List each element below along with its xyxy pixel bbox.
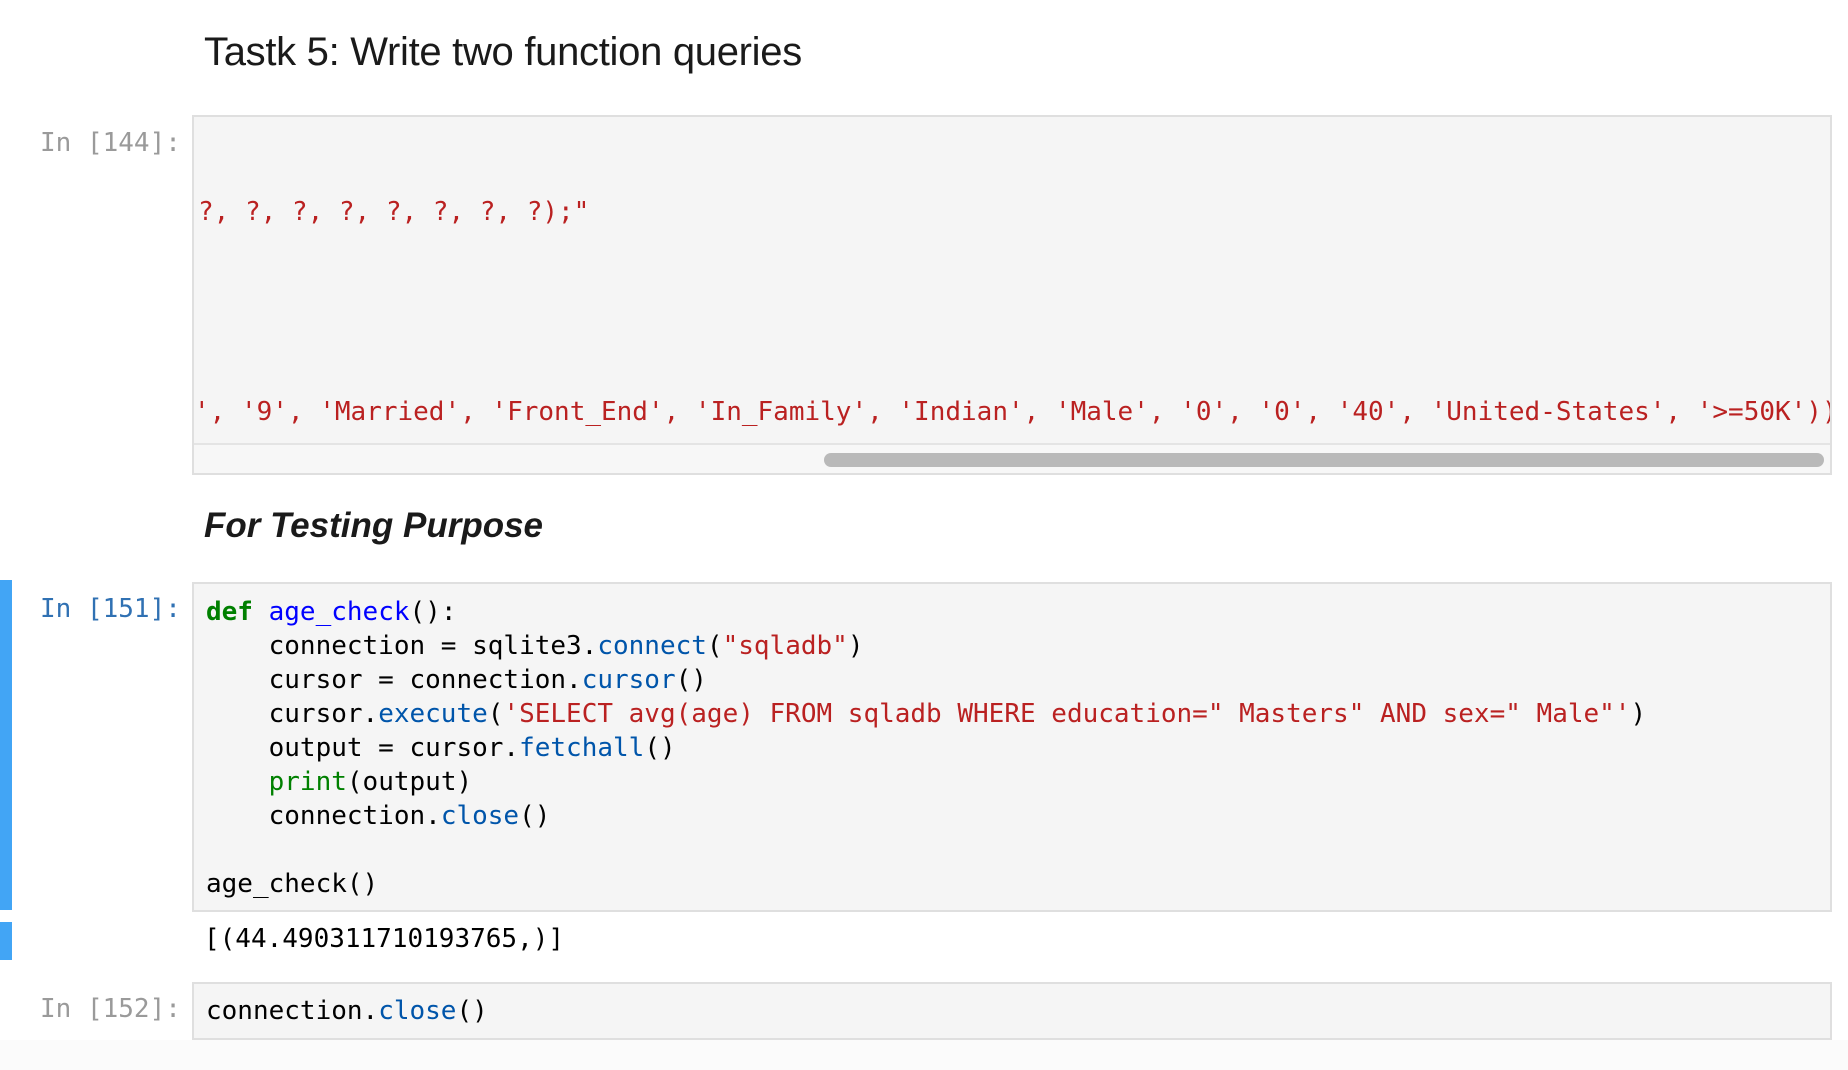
markdown-heading-task: Tastk 5: Write two function queries (204, 30, 802, 74)
code-token: () (675, 665, 707, 695)
code-token: ( (706, 631, 723, 661)
code-token: cursor. (206, 699, 379, 729)
cell-151-prompt: In [151]: (40, 594, 181, 624)
cell-144-code-editor[interactable]: ?, ?, ?, ?, ?, ?, ?, ?);" ', '9', 'Marri… (192, 115, 1832, 475)
code-line-5: output = cursor.fetchall() (206, 731, 676, 765)
cell-151-code-editor[interactable]: def age_check(): connection = sqlite3.co… (192, 582, 1832, 912)
code-token: connection = sqlite3. (206, 631, 598, 661)
code-token-attr: close (378, 996, 457, 1026)
code-line-4: cursor.execute('SELECT avg(age) FROM sql… (206, 697, 1647, 731)
markdown-heading-testing: For Testing Purpose (204, 506, 544, 545)
code-line-placeholders: ?, ?, ?, ?, ?, ?, ?, ?);" (198, 197, 590, 227)
scrollbar-thumb[interactable] (824, 453, 1824, 467)
code-token-attr: connect (597, 631, 707, 661)
cell-selection-indicator (0, 580, 12, 910)
code-token: ) (847, 631, 864, 661)
code-token: output = cursor. (206, 733, 520, 763)
horizontal-scrollbar[interactable] (194, 443, 1830, 473)
code-line-9: age_check() (206, 869, 379, 899)
code-token: () (644, 733, 676, 763)
code-token: connection. (206, 996, 379, 1026)
code-token: connection. (206, 801, 441, 831)
code-keyword-def: def (206, 597, 253, 627)
code-token-attr: cursor (581, 665, 676, 695)
code-token-values: '9', 'Married', 'Front_End', 'In_Family'… (240, 397, 1832, 427)
cell-151-output: [(44.490311710193765,)] (204, 924, 565, 954)
code-token-string: 'SELECT avg(age) FROM sqladb WHERE educa… (503, 699, 1631, 729)
code-function-name: age_check (268, 597, 410, 627)
notebook-bottom-area (0, 1040, 1848, 1070)
code-token: () (519, 801, 551, 831)
code-token-string: "sqladb" (722, 631, 848, 661)
code-token: cursor = connection. (206, 665, 582, 695)
code-line-2: connection = sqlite3.connect("sqladb") (206, 629, 864, 663)
code-token-attr: execute (378, 699, 488, 729)
code-token: ) (1630, 699, 1647, 729)
code-token: (): (409, 597, 457, 627)
code-token: () (456, 996, 488, 1026)
code-token-builtin: print (268, 767, 347, 797)
code-token: ( (487, 699, 504, 729)
code-line-3: cursor = connection.cursor() (206, 663, 707, 697)
code-line-6: print(output) (206, 765, 473, 799)
code-line-1: connection.close() (206, 994, 488, 1028)
cell-152-prompt: In [152]: (40, 994, 181, 1024)
code-token-attr: close (440, 801, 520, 831)
code-token: (output) (346, 767, 473, 797)
code-line-values: ', '9', 'Married', 'Front_End', 'In_Fami… (194, 395, 1832, 429)
cell-144-prompt: In [144]: (40, 128, 181, 158)
cell-152-code-editor[interactable]: connection.close() (192, 982, 1832, 1040)
code-token-attr: fetchall (519, 733, 645, 763)
code-line-1: def age_check(): (206, 595, 456, 629)
code-token-string: ', (194, 397, 241, 427)
code-line-7: connection.close() (206, 799, 551, 833)
output-selection-indicator (0, 922, 12, 960)
